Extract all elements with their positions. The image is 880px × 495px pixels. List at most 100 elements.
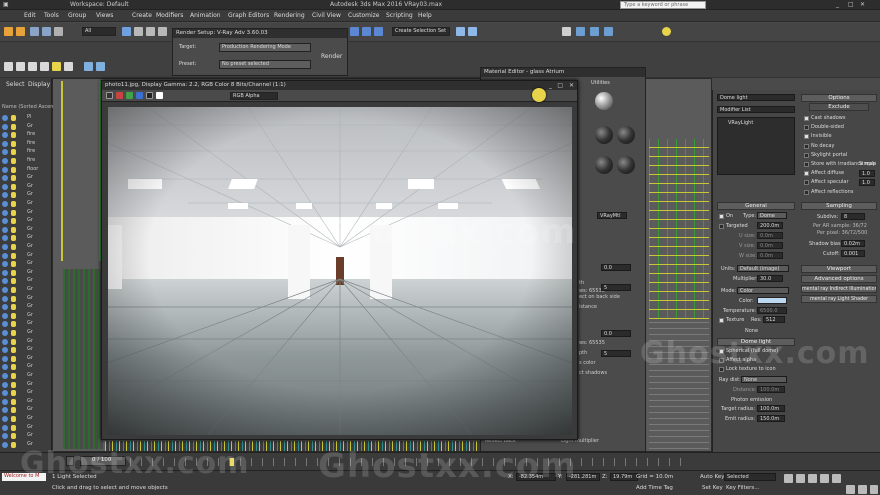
explorer-row[interactable]: Gr <box>0 243 52 251</box>
undo-icon[interactable] <box>4 27 13 36</box>
select-and-scale-icon[interactable] <box>374 27 383 36</box>
create-camera-icon[interactable] <box>64 62 73 71</box>
explorer-row[interactable]: Gr <box>0 226 52 234</box>
mirror-icon[interactable] <box>456 27 465 36</box>
explorer-row[interactable]: fire <box>0 140 52 148</box>
option-checkbox[interactable] <box>804 180 809 186</box>
menu-animation[interactable]: Animation <box>190 12 221 19</box>
temperature-field[interactable]: 6500.0 <box>757 307 787 314</box>
material-type-button[interactable]: VRayMtl <box>597 212 627 219</box>
visibility-icon[interactable] <box>2 201 8 207</box>
visibility-icon[interactable] <box>2 398 8 405</box>
unlink-icon[interactable] <box>42 27 51 36</box>
color-swatch[interactable] <box>757 297 787 304</box>
menu-edit[interactable]: Edit <box>24 12 36 19</box>
workspace-dropdown[interactable]: Workspace: Default <box>70 1 129 8</box>
explorer-row[interactable]: Gr <box>0 174 52 182</box>
menu-modifiers[interactable]: Modifiers <box>156 12 183 19</box>
visibility-icon[interactable] <box>2 390 8 397</box>
mental-ray-indirect-header[interactable]: mental ray Indirect Illumination <box>801 285 877 293</box>
visibility-icon[interactable] <box>2 252 8 259</box>
light-bulb-icon[interactable] <box>662 27 671 36</box>
explorer-row[interactable]: Pl <box>0 114 52 122</box>
explorer-row[interactable]: Gr <box>0 183 52 191</box>
explorer-row[interactable]: Gr <box>0 424 52 432</box>
channel-dropdown[interactable]: RGB Alpha <box>230 92 278 100</box>
visibility-icon[interactable] <box>2 244 8 250</box>
explorer-row[interactable]: Gr <box>0 432 52 440</box>
app-logo-icon[interactable]: ▣ <box>3 1 9 8</box>
visibility-icon[interactable] <box>2 209 8 216</box>
visibility-icon[interactable] <box>2 261 8 268</box>
explorer-column-header[interactable]: Name (Sorted Ascen <box>2 104 53 110</box>
option-checkbox[interactable] <box>804 162 809 167</box>
multiplier-field[interactable]: 30.0 <box>757 275 783 282</box>
visibility-icon[interactable] <box>2 183 8 190</box>
light-bulb-icon[interactable] <box>11 149 16 156</box>
res-field[interactable]: 512 <box>763 316 785 323</box>
alpha-channel-icon[interactable] <box>146 92 153 99</box>
create-box-icon[interactable] <box>4 62 13 71</box>
explorer-row[interactable]: Gr <box>0 217 52 225</box>
explorer-row[interactable]: Gr <box>0 234 52 242</box>
subdivs-field[interactable]: 8 <box>841 213 865 220</box>
explorer-row[interactable]: Gr <box>0 123 52 131</box>
u-size-field[interactable]: 0.0m <box>757 232 783 239</box>
goto-start-icon[interactable] <box>784 474 793 483</box>
light-bulb-icon[interactable] <box>11 278 16 285</box>
advanced-rollout-header[interactable]: Advanced options <box>801 275 877 283</box>
option-checkbox[interactable] <box>804 152 809 158</box>
light-bulb-icon[interactable] <box>11 261 16 268</box>
rendered-frame-icon[interactable] <box>590 27 599 36</box>
visibility-icon[interactable] <box>2 132 8 139</box>
rectangular-selection-icon[interactable] <box>146 27 155 36</box>
light-bulb-icon[interactable] <box>11 373 16 379</box>
explorer-row[interactable]: Gr <box>0 252 52 260</box>
light-bulb-icon[interactable] <box>11 295 16 302</box>
next-frame-icon[interactable] <box>820 474 829 483</box>
create-sphere-icon[interactable] <box>16 62 25 71</box>
explorer-row[interactable]: Gr <box>0 295 52 303</box>
explorer-tab-display[interactable]: Display <box>28 81 50 88</box>
material-value-1[interactable]: 0.0 <box>601 264 631 271</box>
light-bulb-icon[interactable] <box>11 330 16 336</box>
target-radius-field[interactable]: 100.0m <box>757 405 785 412</box>
material-editor-icon[interactable] <box>562 27 571 36</box>
options-rollout-header[interactable]: Options <box>801 94 877 102</box>
menu-graph-editors[interactable]: Graph Editors <box>228 12 269 19</box>
visibility-icon[interactable] <box>2 295 8 302</box>
light-bulb-icon[interactable] <box>11 407 16 414</box>
emit-radius-field[interactable]: 150.0m <box>757 415 785 422</box>
light-bulb-icon[interactable] <box>11 140 16 147</box>
light-bulb-icon[interactable] <box>11 441 16 448</box>
minimize-icon[interactable]: _ <box>836 1 839 8</box>
mental-ray-shader-header[interactable]: mental ray Light Shader <box>801 295 877 303</box>
distance-field[interactable]: 100.0m <box>757 386 785 393</box>
render-target-dropdown[interactable]: Production Rendering Mode <box>219 43 311 52</box>
mono-icon[interactable] <box>156 92 163 99</box>
visibility-icon[interactable] <box>2 269 8 276</box>
visibility-icon[interactable] <box>2 149 8 156</box>
units-dropdown[interactable]: Default (image) <box>737 265 789 272</box>
light-on-checkbox[interactable] <box>719 214 724 219</box>
key-filters-button[interactable]: Key Filters... <box>726 485 759 491</box>
explorer-row[interactable]: Gr <box>0 389 52 397</box>
photo-close-icon[interactable]: ✕ <box>569 82 574 89</box>
affect-specular-field[interactable]: 1.0 <box>859 179 875 186</box>
light-bulb-icon[interactable] <box>11 132 16 139</box>
create-light-icon[interactable] <box>52 62 61 71</box>
material-slot-5[interactable] <box>617 156 635 174</box>
explorer-row[interactable]: Gr <box>0 269 52 277</box>
light-bulb-icon[interactable] <box>11 175 16 182</box>
visibility-icon[interactable] <box>2 278 8 285</box>
explorer-row[interactable]: Gr <box>0 303 52 311</box>
search-input[interactable]: Type a keyword or phrase <box>620 1 706 9</box>
red-channel-icon[interactable] <box>116 92 123 99</box>
explorer-row[interactable]: Gr <box>0 329 52 337</box>
explorer-row[interactable]: Gr <box>0 277 52 285</box>
light-bulb-icon[interactable] <box>11 183 16 190</box>
explorer-row[interactable]: Gr <box>0 312 52 320</box>
vray-frame-buffer-icon[interactable] <box>96 62 105 71</box>
light-bulb-icon[interactable] <box>11 235 16 242</box>
light-bulb-icon[interactable] <box>11 321 16 328</box>
